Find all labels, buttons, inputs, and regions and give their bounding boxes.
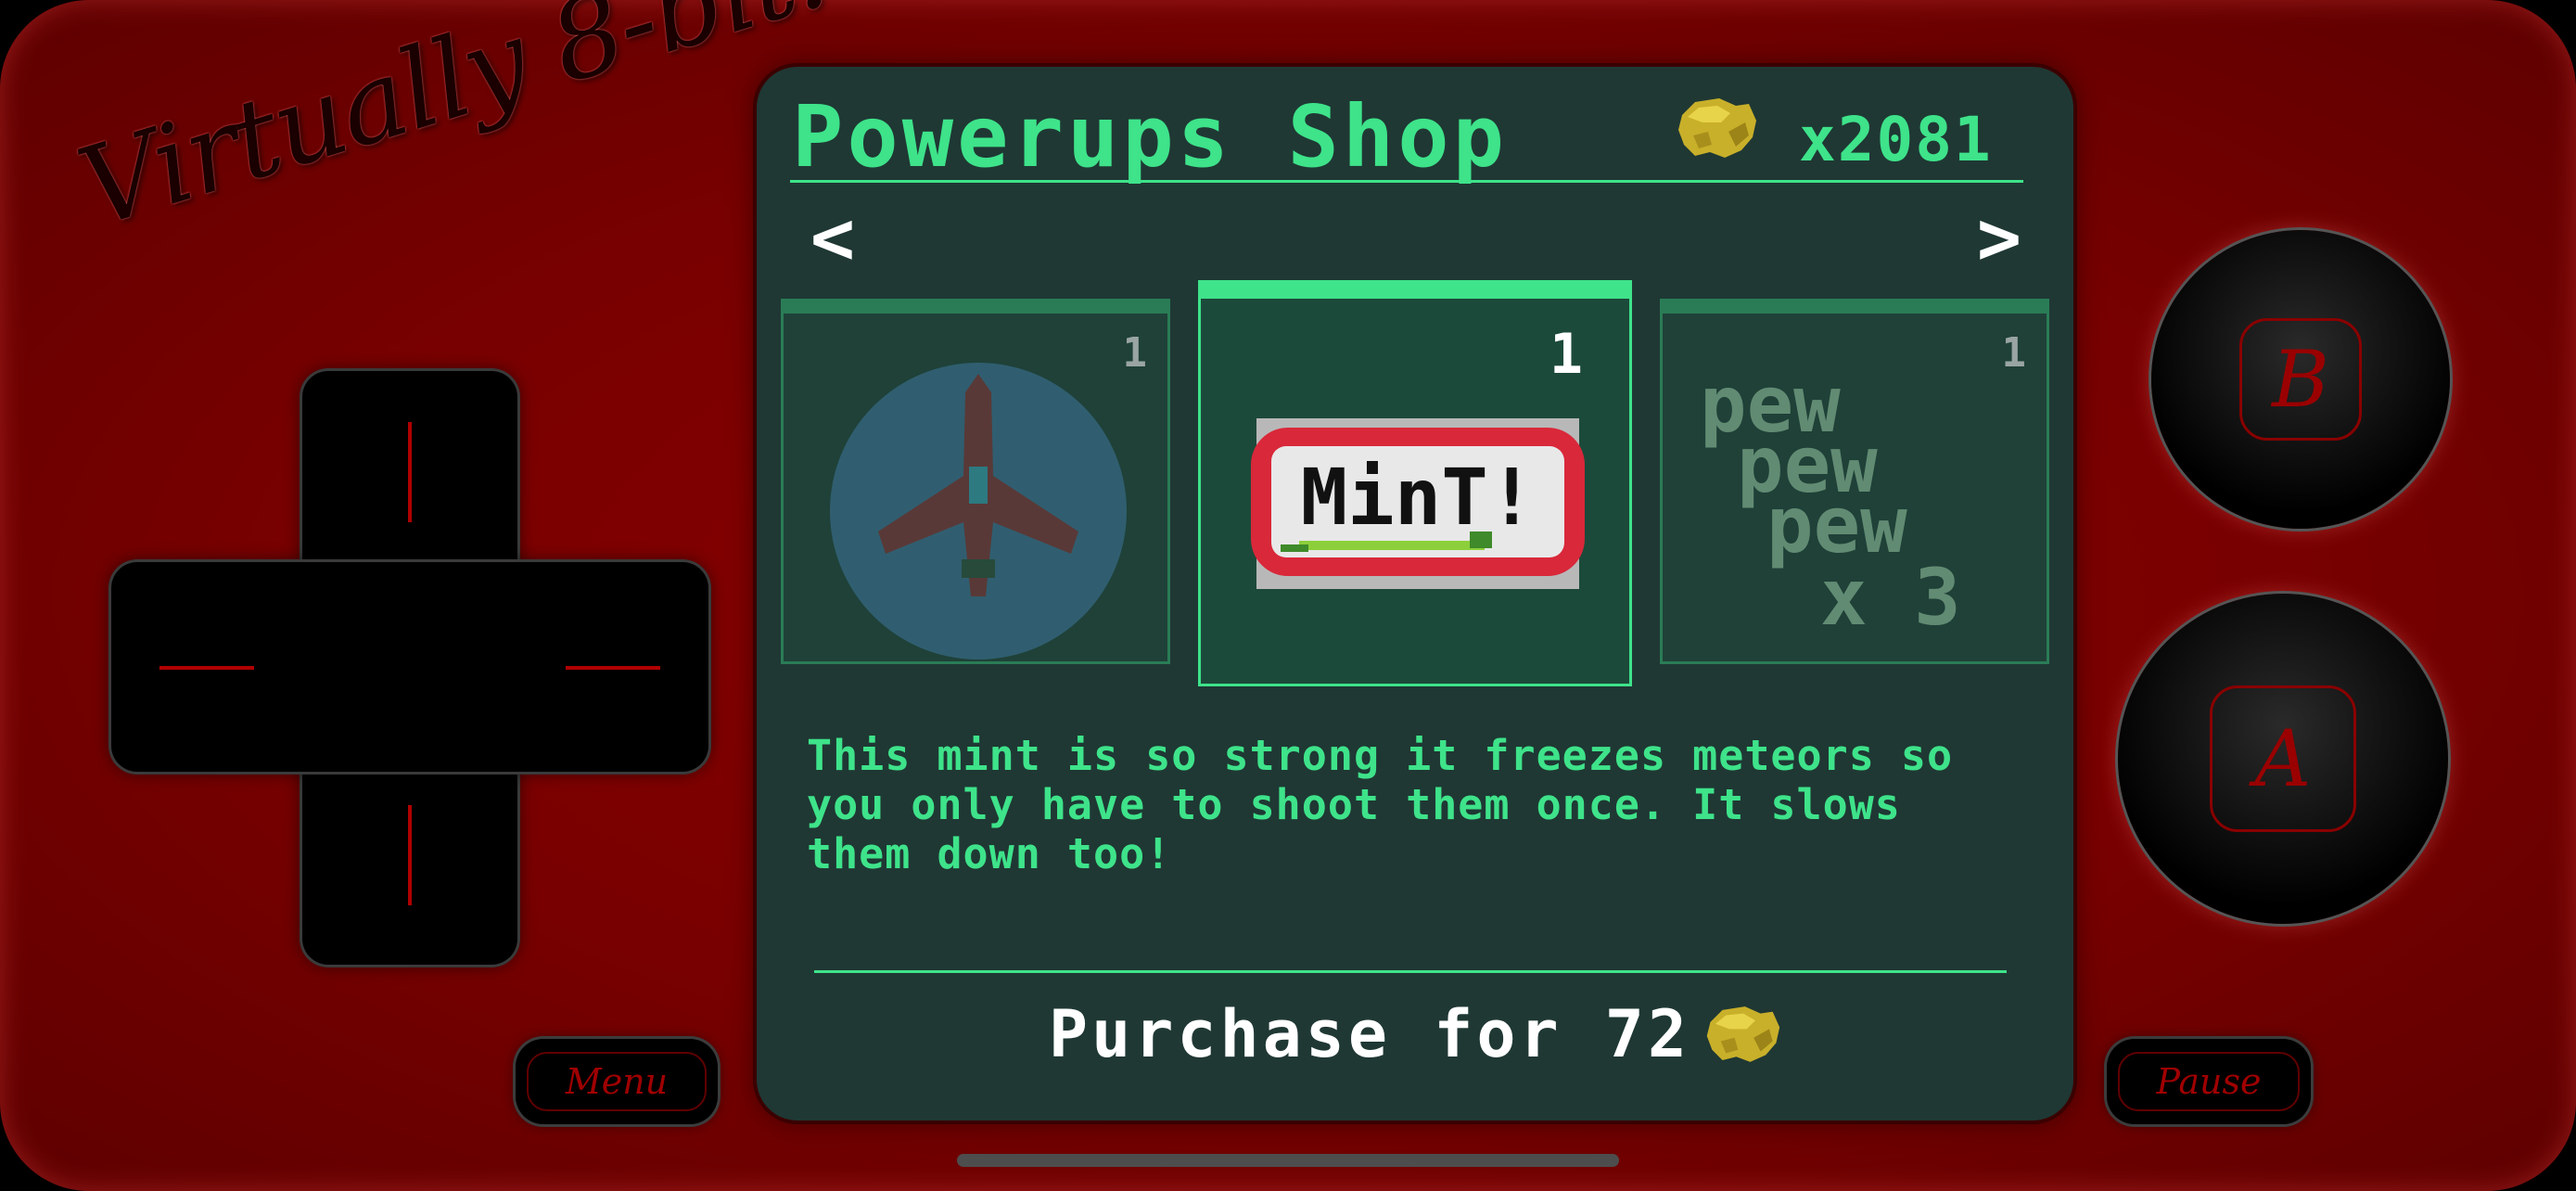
menu-button[interactable]: Menu	[516, 1039, 718, 1124]
tagline: Virtually 8-bit!	[65, 0, 849, 252]
dpad[interactable]	[111, 371, 708, 965]
prev-arrow-button[interactable]: <	[796, 197, 870, 280]
card-top-bar	[1660, 299, 2049, 314]
dpad-right-button[interactable]	[517, 562, 708, 772]
shop-item-shield[interactable]: 1	[781, 299, 1170, 664]
shop-item-mint[interactable]: 1 MinT!	[1198, 280, 1632, 686]
next-arrow-button[interactable]: >	[1962, 197, 2036, 280]
console-body: Virtually 8-bit! B A Menu Pause Powerups…	[0, 0, 2576, 1191]
shield-ship-icon	[830, 363, 1127, 660]
item-quantity: 1	[1549, 322, 1583, 387]
shop-screen: Powerups Shop x2081 < > 1 1 MinT! 1 pew …	[757, 67, 2073, 1121]
purchase-label: Purchase for 72	[1048, 996, 1691, 1072]
dpad-left-button[interactable]	[111, 562, 302, 772]
home-indicator[interactable]	[957, 1154, 1619, 1167]
purchase-button[interactable]: Purchase for 72	[757, 983, 2073, 1085]
menu-button-label: Menu	[527, 1052, 707, 1111]
shop-item-triple-shot[interactable]: 1 pew pew pew x 3	[1660, 299, 2049, 664]
coin-count: x2081	[1799, 104, 1993, 175]
gold-nugget-icon	[1678, 98, 1756, 158]
gold-nugget-icon	[1706, 1006, 1780, 1062]
card-top-bar	[781, 299, 1170, 314]
b-button-label: B	[2239, 318, 2362, 441]
divider-bottom	[814, 970, 2007, 973]
divider-top	[790, 180, 2023, 183]
pew-line-4: x 3	[1820, 552, 1961, 643]
dpad-up-button[interactable]	[302, 371, 517, 562]
item-description: This mint is so strong it freezes meteor…	[807, 731, 1954, 878]
dpad-down-button[interactable]	[302, 772, 517, 965]
item-quantity: 1	[2001, 329, 2027, 377]
mint-icon: MinT!	[1251, 418, 1585, 589]
a-button-label: A	[2210, 685, 2356, 832]
mint-art-text: MinT!	[1301, 452, 1536, 543]
pause-button-label: Pause	[2118, 1052, 2300, 1111]
pew-pew-icon: pew pew pew x 3	[1700, 376, 1961, 643]
pause-button[interactable]: Pause	[2107, 1039, 2311, 1124]
b-button[interactable]: B	[2151, 230, 2450, 529]
a-button[interactable]: A	[2118, 594, 2448, 924]
page-title: Powerups Shop	[792, 87, 1509, 186]
card-top-bar	[1198, 280, 1632, 299]
